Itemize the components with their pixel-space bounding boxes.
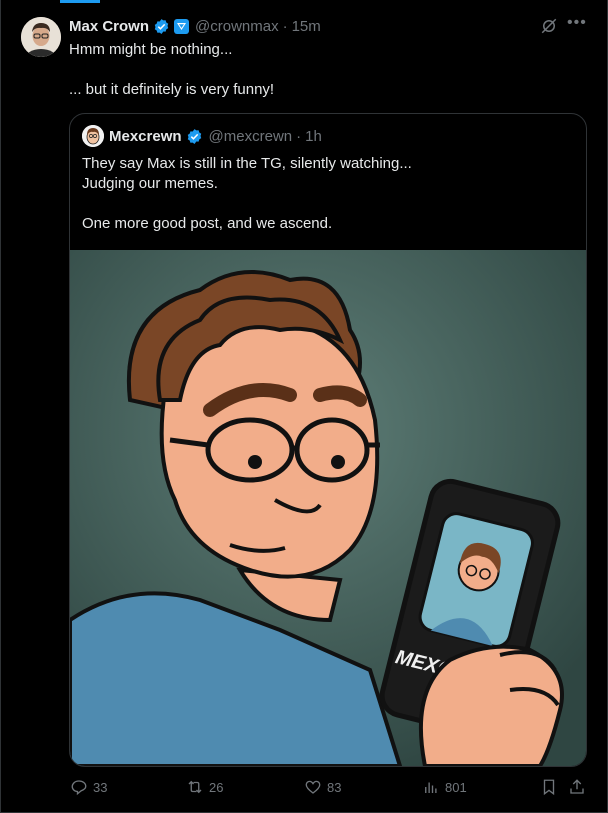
tweet-text: Hmm might be nothing... ... but it defin… (69, 41, 275, 98)
quoted-text: They say Max is still in the TG, silentl… (82, 155, 412, 232)
like-button[interactable]: 83 (304, 778, 341, 796)
views-button[interactable]: 801 (422, 778, 467, 796)
repost-button[interactable]: 26 (186, 778, 223, 796)
tweet-header: Max Crown @crownmax · 15m (69, 16, 321, 36)
reply-count: 33 (93, 779, 108, 795)
separator-dot: · (282, 17, 288, 35)
reply-icon (71, 780, 87, 796)
view-count: 801 (445, 779, 467, 795)
verified-badge-icon[interactable] (153, 18, 170, 35)
author-handle[interactable]: @crownmax (195, 18, 279, 35)
quoted-avatar[interactable] (82, 125, 104, 147)
author-name[interactable]: Max Crown (69, 18, 149, 35)
quoted-tweet[interactable]: Mexcrewn @mexcrewn · 1h They say Max is … (69, 113, 587, 767)
bookmark-button[interactable] (540, 778, 558, 796)
quoted-verified-badge-icon[interactable] (186, 128, 203, 145)
share-button[interactable] (568, 778, 586, 796)
author-avatar[interactable] (21, 17, 61, 57)
more-icon[interactable]: ••• (567, 14, 587, 32)
quoted-timestamp[interactable]: 1h (305, 128, 322, 145)
quoted-author-name[interactable]: Mexcrewn (109, 128, 182, 145)
repost-icon (188, 780, 202, 794)
quoted-header: Mexcrewn @mexcrewn · 1h (82, 125, 322, 147)
repost-count: 26 (209, 779, 224, 795)
tweet-actions: 33 26 83 801 (70, 778, 590, 798)
quoted-handle[interactable]: @mexcrewn (209, 128, 293, 145)
bookmark-icon (543, 779, 555, 796)
like-count: 83 (327, 779, 342, 795)
grok-icon[interactable] (540, 17, 558, 35)
reply-button[interactable]: 33 (70, 778, 107, 796)
tweet-timestamp[interactable]: 15m (292, 18, 321, 35)
quoted-separator-dot: · (296, 127, 302, 145)
views-icon (425, 782, 437, 793)
quoted-image[interactable]: MEXCREWN (70, 250, 586, 766)
share-icon (570, 779, 584, 794)
affiliate-badge-icon[interactable] (174, 18, 190, 34)
like-icon (305, 780, 321, 794)
active-indicator (60, 0, 100, 3)
timeline-border-left (0, 0, 1, 813)
